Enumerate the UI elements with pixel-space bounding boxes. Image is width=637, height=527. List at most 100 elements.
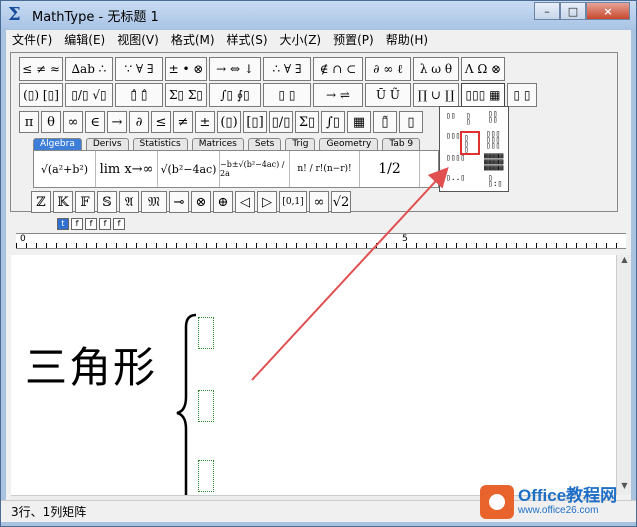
fences-template-button[interactable]: (▯) [▯] bbox=[19, 83, 63, 107]
sets-palette-button[interactable]: ∉ ∩ ⊂ bbox=[313, 57, 363, 81]
watermark-name: Office教程网 bbox=[518, 486, 618, 505]
menu-edit[interactable]: 编辑(E) bbox=[58, 30, 111, 50]
sum-button[interactable]: Σ▯ bbox=[295, 111, 319, 133]
s-button[interactable]: 𝕊 bbox=[97, 191, 117, 213]
infinity-small-button[interactable]: ∞ bbox=[309, 191, 329, 213]
interval-button[interactable]: [0,1] bbox=[279, 191, 307, 213]
left-triangle-button[interactable]: ◁ bbox=[235, 191, 255, 213]
maximize-button[interactable]: □ bbox=[560, 2, 586, 20]
matrix-button[interactable]: ▦ bbox=[347, 111, 371, 133]
multimap-button[interactable]: ⊸ bbox=[169, 191, 189, 213]
matrix-option-2x2[interactable]: ▯▯ ▯▯ bbox=[488, 110, 498, 124]
plus-minus-button[interactable]: ± bbox=[195, 111, 215, 133]
integral-button[interactable]: ∫▯ bbox=[321, 111, 345, 133]
fraction-button[interactable]: ▯/▯ bbox=[269, 111, 293, 133]
scroll-up-icon[interactable]: ▲ bbox=[618, 255, 631, 269]
logic-palette-button[interactable]: ∴ ∀ ∃ bbox=[263, 57, 311, 81]
template-combination[interactable]: n! / r!(n−r)! bbox=[290, 151, 360, 187]
boxes-template-button[interactable]: ▯ ▯ bbox=[507, 83, 537, 107]
bars-template-button[interactable]: ▯ ▯ bbox=[263, 83, 311, 107]
fractions-template-button[interactable]: ▯/▯ √▯ bbox=[65, 83, 113, 107]
right-triangle-button[interactable]: ▷ bbox=[257, 191, 277, 213]
element-of-button[interactable]: ∈ bbox=[85, 111, 105, 133]
align-decimal-button[interactable]: f bbox=[113, 218, 125, 230]
fraktur-a-button[interactable]: 𝔄 bbox=[119, 191, 139, 213]
integrals-template-button[interactable]: ∫▯ ∮▯ bbox=[209, 83, 261, 107]
matrix-option-4x4[interactable]: ▦▦▦▦ ▦▦▦▦ ▦▦▦▦ bbox=[484, 152, 503, 172]
tab-stop-button[interactable]: t bbox=[57, 218, 69, 230]
tab-trig[interactable]: Trig bbox=[285, 138, 316, 150]
matrix-option-vdots[interactable]: ▯ ▯:▯ bbox=[488, 174, 502, 188]
less-equal-button[interactable]: ≤ bbox=[151, 111, 171, 133]
not-equal-button[interactable]: ≠ bbox=[173, 111, 193, 133]
template-limit[interactable]: lim x→∞ bbox=[96, 151, 158, 187]
labeled-arrows-template-button[interactable]: → ⇌ bbox=[313, 83, 363, 107]
menu-view[interactable]: 视图(V) bbox=[111, 30, 165, 50]
ruler[interactable]: 0 5 bbox=[16, 233, 626, 249]
tab-9[interactable]: Tab 9 bbox=[382, 138, 421, 150]
infinity-button[interactable]: ∞ bbox=[63, 111, 83, 133]
partial-button[interactable]: ∂ bbox=[129, 111, 149, 133]
menu-file[interactable]: 文件(F) bbox=[6, 30, 58, 50]
template-one-half[interactable]: 1/2 bbox=[360, 151, 420, 187]
matrix-slot-3[interactable] bbox=[198, 460, 214, 492]
menu-preferences[interactable]: 预置(P) bbox=[327, 30, 380, 50]
matrix-option-2x1[interactable]: ▯▯ bbox=[446, 112, 456, 120]
tilde-button[interactable]: ▯̃ bbox=[373, 111, 397, 133]
menu-help[interactable]: 帮助(H) bbox=[380, 30, 434, 50]
parentheses-button[interactable]: (▯) bbox=[217, 111, 241, 133]
k-button[interactable]: 𝕂 bbox=[53, 191, 73, 213]
tab-matrices[interactable]: Matrices bbox=[191, 138, 244, 150]
right-arrow-button[interactable]: → bbox=[107, 111, 127, 133]
matrix-slot-2[interactable] bbox=[198, 390, 214, 422]
tab-derivs[interactable]: Derivs bbox=[85, 138, 129, 150]
matrix-slot-1[interactable] bbox=[198, 317, 214, 349]
theta-button[interactable]: θ bbox=[41, 111, 61, 133]
template-discriminant[interactable]: √(b²−4ac) bbox=[158, 151, 220, 187]
box-button[interactable]: ▯ bbox=[399, 111, 423, 133]
template-pythagoras[interactable]: √(a²+b²) bbox=[34, 151, 96, 187]
pi-button[interactable]: π bbox=[19, 111, 39, 133]
set-theory-template-button[interactable]: ∏ ∪ ∐ bbox=[413, 83, 459, 107]
align-center-button[interactable]: f bbox=[85, 218, 97, 230]
matrix-option-1x2v[interactable]: ▯ ▯ bbox=[466, 112, 471, 126]
title-bar: Σ MathType - 无标题 1 – □ × bbox=[1, 1, 636, 29]
menu-size[interactable]: 大小(Z) bbox=[274, 30, 328, 50]
greek-lower-palette-button[interactable]: λ ω θ bbox=[413, 57, 459, 81]
matrix-option-1x3[interactable]: ▯▯▯ bbox=[446, 132, 460, 140]
embellishments-palette-button[interactable]: ∵ ∀ ∃ bbox=[115, 57, 163, 81]
scripts-template-button[interactable]: ▯̂ ▯̂ bbox=[115, 83, 163, 107]
align-right-button[interactable]: f bbox=[99, 218, 111, 230]
minimize-button[interactable]: – bbox=[534, 2, 560, 20]
otimes-button[interactable]: ⊗ bbox=[191, 191, 211, 213]
arrows-palette-button[interactable]: → ⇔ ↓ bbox=[209, 57, 261, 81]
vertical-scrollbar[interactable]: ▲ ▼ bbox=[616, 255, 631, 495]
tab-statistics[interactable]: Statistics bbox=[132, 138, 188, 150]
template-quadratic-formula[interactable]: −b±√(b²−4ac) / 2a bbox=[220, 151, 290, 187]
menu-style[interactable]: 样式(S) bbox=[221, 30, 274, 50]
sqrt2-button[interactable]: √2 bbox=[331, 191, 351, 213]
equation-editor[interactable]: 三角形 bbox=[11, 255, 616, 513]
operators-palette-button[interactable]: ± • ⊗ bbox=[165, 57, 207, 81]
misc-palette-button[interactable]: ∂ ∞ ℓ bbox=[365, 57, 411, 81]
integers-button[interactable]: ℤ bbox=[31, 191, 51, 213]
greek-upper-palette-button[interactable]: Λ Ω ⊗ bbox=[461, 57, 505, 81]
tab-algebra[interactable]: Algebra bbox=[33, 138, 82, 150]
sums-template-button[interactable]: Σ▯ Σ▯ bbox=[165, 83, 207, 107]
matrix-option-3x3[interactable]: ▯▯▯ ▯▯▯ ▯▯▯ bbox=[486, 130, 500, 150]
products-template-button[interactable]: Ū Ũ bbox=[365, 83, 411, 107]
close-button[interactable]: × bbox=[586, 2, 630, 20]
spaces-palette-button[interactable]: ∆ab ∴ bbox=[65, 57, 113, 81]
tab-geometry[interactable]: Geometry bbox=[319, 138, 379, 150]
oplus-button[interactable]: ⊕ bbox=[213, 191, 233, 213]
tab-sets[interactable]: Sets bbox=[247, 138, 282, 150]
matrix-option-1x4[interactable]: ▯▯▯▯ bbox=[446, 154, 465, 162]
relations-palette-button[interactable]: ≤ ≠ ≈ bbox=[19, 57, 63, 81]
align-left-button[interactable]: f bbox=[71, 218, 83, 230]
brackets-button[interactable]: [▯] bbox=[243, 111, 267, 133]
matrix-template-button[interactable]: ▯▯▯ ▦ bbox=[461, 83, 505, 107]
f-button[interactable]: 𝔽 bbox=[75, 191, 95, 213]
fraktur-m-button[interactable]: 𝔐 bbox=[141, 191, 167, 213]
menu-format[interactable]: 格式(M) bbox=[165, 30, 221, 50]
matrix-option-dots[interactable]: ▯..▯ bbox=[446, 174, 465, 182]
